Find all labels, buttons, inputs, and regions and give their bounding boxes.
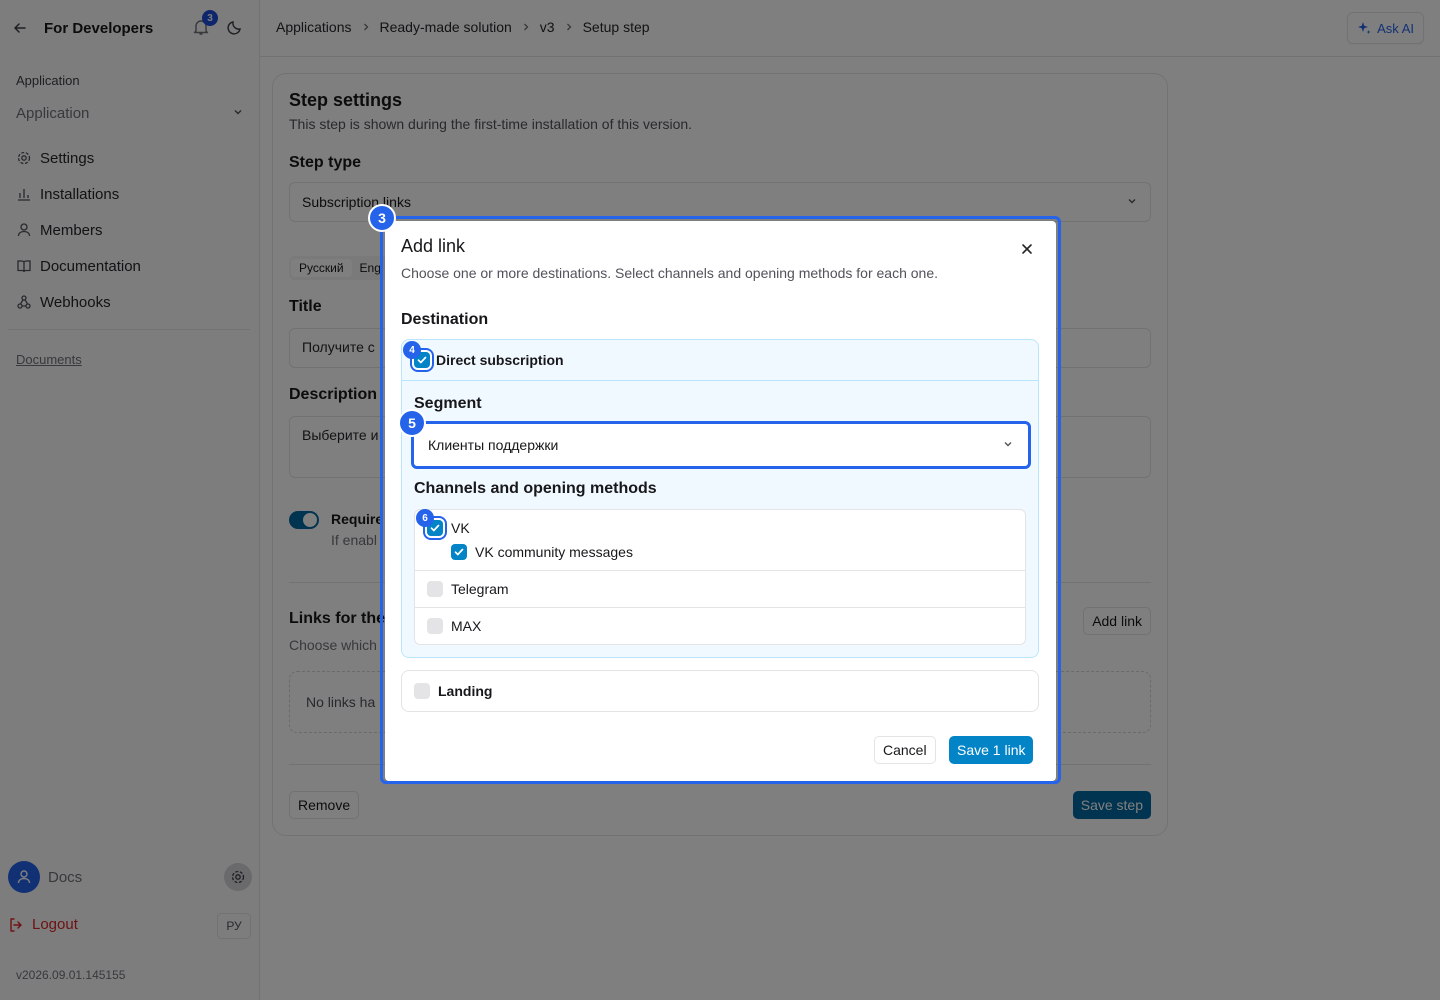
landing-label: Landing — [438, 683, 493, 699]
channel-item-vk: VK VK community messages — [415, 510, 1025, 571]
direct-subscription-row[interactable]: Direct subscription — [402, 340, 1038, 381]
save-link-button[interactable]: Save 1 link — [949, 736, 1034, 764]
step-marker: 6 — [416, 509, 434, 527]
channel-item-max: MAX — [415, 608, 1025, 644]
segment-select[interactable]: Клиенты поддержки — [411, 421, 1031, 469]
telegram-checkbox[interactable] — [427, 581, 443, 597]
close-icon[interactable] — [1020, 242, 1034, 256]
direct-subscription-panel: Direct subscription Segment Клиенты подд… — [401, 339, 1039, 658]
vk-community-messages-label: VK community messages — [475, 544, 633, 560]
step-marker: 3 — [368, 204, 396, 232]
landing-row[interactable]: Landing — [401, 670, 1039, 712]
segment-label: Segment — [414, 395, 482, 412]
vk-label: VK — [451, 520, 470, 536]
dialog-title: Add link — [401, 236, 466, 256]
channel-item-telegram: Telegram — [415, 571, 1025, 608]
cancel-button[interactable]: Cancel — [874, 736, 936, 764]
destination-label: Destination — [401, 311, 489, 328]
add-link-dialog: Add link Choose one or more destinations… — [385, 221, 1056, 781]
vk-community-messages-checkbox[interactable] — [451, 544, 467, 560]
max-label: MAX — [451, 618, 482, 634]
step-marker: 4 — [403, 341, 421, 359]
direct-subscription-label: Direct subscription — [436, 352, 564, 368]
dialog-subtitle: Choose one or more destinations. Select … — [401, 265, 939, 281]
max-checkbox[interactable] — [427, 618, 443, 634]
telegram-label: Telegram — [451, 581, 509, 597]
channels-label: Channels and opening methods — [414, 480, 657, 497]
step-marker: 5 — [398, 409, 426, 437]
channels-list: VK VK community messages Telegram MAX — [414, 509, 1026, 645]
check-icon — [454, 548, 464, 556]
landing-checkbox[interactable] — [414, 683, 430, 699]
segment-value: Клиенты поддержки — [428, 437, 559, 453]
chevron-down-icon — [1002, 437, 1014, 453]
